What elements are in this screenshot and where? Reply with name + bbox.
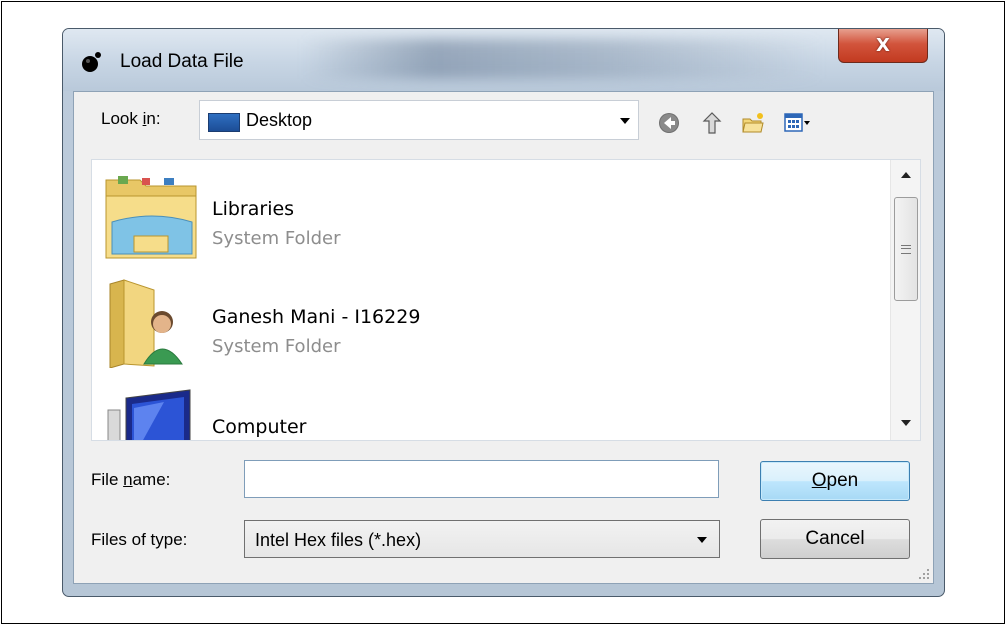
dialog-body: Look in: Desktop Libraries System Folder… [73,91,934,584]
close-button[interactable]: X [838,29,928,63]
open-access-key: O [811,470,827,491]
look-in-label-part: Look [101,109,143,128]
list-item[interactable]: Computer System Folder [92,388,882,440]
load-data-file-dialog: Load Data File X Look in: Desktop Librar… [62,28,945,597]
scroll-up-arrow-icon[interactable] [901,172,911,178]
up-folder-icon[interactable] [700,111,724,135]
grip-line [901,248,911,249]
file-name-label-part: ame: [132,470,171,489]
list-item-type: System Folder [212,228,341,249]
look-in-label: Look in: [101,109,161,129]
grip-icon [901,245,911,254]
look-in-value: Desktop [246,110,313,130]
look-in-combo[interactable]: Desktop [199,100,639,140]
desktop-icon [208,113,240,132]
app-icon [82,52,101,72]
chevron-down-icon[interactable] [620,118,630,124]
chevron-down-icon[interactable] [697,537,707,543]
user-folder-icon [109,279,183,368]
file-name-label: File name: [91,470,170,490]
open-button[interactable]: Open [760,461,910,501]
list-item-name: Ganesh Mani - I16229 [212,306,421,328]
title-bar[interactable]: Load Data File X [63,29,944,91]
close-icon: X [876,35,890,56]
dialog-title: Load Data File [120,51,244,72]
cancel-button[interactable]: Cancel [760,519,910,559]
open-label: pen [826,470,859,491]
look-in-label-part: n: [146,109,161,128]
file-type-label: Files of type: [91,530,188,549]
file-list: Libraries System Folder Ganesh Mani - I1… [91,159,921,441]
scrollbar-thumb[interactable] [894,197,918,301]
back-icon[interactable] [657,111,681,135]
scroll-down-arrow-icon[interactable] [901,420,911,426]
list-item-type: System Folder [212,336,341,357]
title-bar-background-blur [303,39,823,79]
list-item-name: Computer [212,416,307,438]
resize-grip-icon[interactable] [916,566,930,580]
view-menu-icon[interactable] [784,111,810,135]
libraries-folder-icon [105,176,197,259]
file-name-access-key: n [123,470,133,489]
file-name-label-part: File [91,470,124,489]
file-type-value: Intel Hex files (*.hex) [255,530,422,550]
computer-icon [107,389,191,440]
vertical-scrollbar[interactable] [890,160,920,440]
file-name-input[interactable] [244,460,719,498]
new-folder-icon[interactable] [741,111,765,135]
file-type-select[interactable]: Intel Hex files (*.hex) [244,520,720,558]
list-item[interactable]: Libraries System Folder [92,170,882,280]
list-item-name: Libraries [212,198,295,220]
list-item[interactable]: Ganesh Mani - I16229 System Folder [92,278,882,388]
